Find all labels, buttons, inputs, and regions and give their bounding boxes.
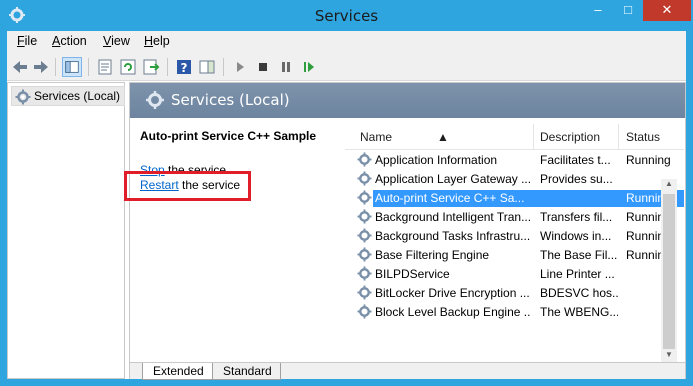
service-gear-icon <box>357 209 372 227</box>
sort-ascending-icon: ▲ <box>437 130 449 144</box>
window-client-area: File Action View Help ? Services (Local)… <box>7 31 686 380</box>
service-gear-icon <box>357 304 372 322</box>
pause-service-icon[interactable] <box>276 57 296 77</box>
properties-icon[interactable] <box>95 57 115 77</box>
table-row[interactable]: Background Intelligent Tran... Transfers … <box>345 208 684 227</box>
show-hide-action-pane-icon[interactable] <box>197 57 217 77</box>
services-pane: Services (Local) Auto-print Service C++ … <box>124 82 686 380</box>
column-header-status[interactable]: Status <box>626 130 660 144</box>
vertical-scrollbar[interactable]: ▲ ▼ <box>661 179 677 364</box>
table-row[interactable]: Background Tasks Infrastru... Windows in.… <box>345 227 684 246</box>
services-gear-icon <box>146 91 164 109</box>
maximize-button[interactable]: □ <box>613 0 643 21</box>
menu-action[interactable]: Action <box>52 34 87 48</box>
minimize-button[interactable]: – <box>583 0 613 21</box>
menu-help[interactable]: Help <box>144 34 170 48</box>
red-highlight-box <box>124 171 251 201</box>
table-row[interactable]: Application Information Facilitates t... R… <box>345 151 684 170</box>
vertical-scroll-thumb[interactable] <box>663 194 675 349</box>
service-description-cell: Windows in... <box>540 229 612 243</box>
service-name-cell: Base Filtering Engine <box>375 248 490 262</box>
service-name-cell: BILPDService <box>375 267 450 281</box>
forward-icon[interactable] <box>31 57 51 77</box>
service-name-cell: Application Information <box>375 153 498 167</box>
service-name-cell: Block Level Backup Engine ... <box>375 305 530 319</box>
pane-title: Services (Local) <box>171 91 290 109</box>
console-tree: Services (Local) <box>7 82 126 379</box>
table-row[interactable]: Base Filtering Engine The Base Fil... Runn… <box>345 246 684 265</box>
pane-header: Services (Local) <box>130 83 685 118</box>
table-row[interactable]: BitLocker Drive Encryption ... BDESVC hos… <box>345 284 684 303</box>
service-description-cell: Line Printer ... <box>540 267 615 281</box>
svg-text:?: ? <box>181 61 188 75</box>
service-gear-icon <box>357 190 372 208</box>
services-list: ▲ Name Description Status Application In… <box>345 118 684 362</box>
toolbar-separator <box>88 58 89 76</box>
service-description-cell: The WBENG... <box>540 305 618 319</box>
stop-service-icon[interactable] <box>253 57 273 77</box>
tab-standard[interactable]: Standard <box>212 363 281 380</box>
column-divider[interactable] <box>618 124 619 150</box>
menu-bar: File Action View Help <box>7 31 686 53</box>
table-row[interactable]: Application Layer Gateway ... Provides su… <box>345 170 684 189</box>
scroll-up-arrow-icon[interactable]: ▲ <box>661 179 677 193</box>
toolbar: ? <box>7 53 686 81</box>
service-gear-icon <box>357 228 372 246</box>
tree-item-services-local[interactable]: Services (Local) <box>11 86 126 106</box>
table-row[interactable]: BILPDService Line Printer ... <box>345 265 684 284</box>
service-gear-icon <box>357 285 372 303</box>
extended-description-panel: Auto-print Service C++ Sample Stop the s… <box>124 118 345 362</box>
refresh-icon[interactable] <box>118 57 138 77</box>
resume-service-icon[interactable] <box>299 57 319 77</box>
service-description-cell: Facilitates t... <box>540 153 611 167</box>
services-gear-icon <box>15 89 31 105</box>
service-name-cell: Background Tasks Infrastru... <box>375 229 530 243</box>
selected-service-name: Auto-print Service C++ Sample <box>140 129 317 143</box>
menu-view[interactable]: View <box>103 34 130 48</box>
service-gear-icon <box>357 247 372 265</box>
tab-extended[interactable]: Extended <box>142 363 213 380</box>
export-list-icon[interactable] <box>141 57 161 77</box>
table-row-selected[interactable]: Auto-print Service C++ Sa... Running <box>345 189 684 208</box>
service-description-cell: Transfers fil... <box>540 210 613 224</box>
service-description-cell: BDESVC hos... <box>540 286 618 300</box>
service-status-cell: Running <box>626 153 671 167</box>
column-header-row: ▲ Name Description Status <box>345 124 684 150</box>
show-hide-console-tree-icon[interactable] <box>62 57 82 77</box>
service-description-cell: Provides su... <box>540 172 613 186</box>
column-divider[interactable] <box>533 124 534 150</box>
services-window: Services – □ ✕ File Action View Help ? S… <box>0 0 693 386</box>
menu-file[interactable]: File <box>17 34 37 48</box>
toolbar-separator <box>167 58 168 76</box>
tree-item-label: Services (Local) <box>34 89 121 103</box>
service-name-cell: Auto-print Service C++ Sa... <box>375 191 525 205</box>
service-name-cell: Background Intelligent Tran... <box>375 210 530 224</box>
column-header-description[interactable]: Description <box>540 130 600 144</box>
toolbar-separator <box>223 58 224 76</box>
column-header-name[interactable]: Name <box>360 130 392 144</box>
view-tabs: Extended Standard <box>130 362 685 380</box>
toolbar-separator <box>55 58 56 76</box>
table-row[interactable]: Block Level Backup Engine ... The WBENG..… <box>345 303 684 322</box>
back-icon[interactable] <box>10 57 30 77</box>
service-gear-icon <box>357 266 372 284</box>
service-gear-icon <box>357 152 372 170</box>
service-description-cell: The Base Fil... <box>540 248 618 262</box>
title-bar[interactable]: Services – □ ✕ <box>0 0 693 31</box>
help-icon[interactable]: ? <box>174 57 194 77</box>
start-service-icon[interactable] <box>230 57 250 77</box>
close-button[interactable]: ✕ <box>643 0 691 21</box>
service-gear-icon <box>357 171 372 189</box>
service-name-cell: BitLocker Drive Encryption ... <box>375 286 530 300</box>
service-name-cell: Application Layer Gateway ... <box>375 172 530 186</box>
